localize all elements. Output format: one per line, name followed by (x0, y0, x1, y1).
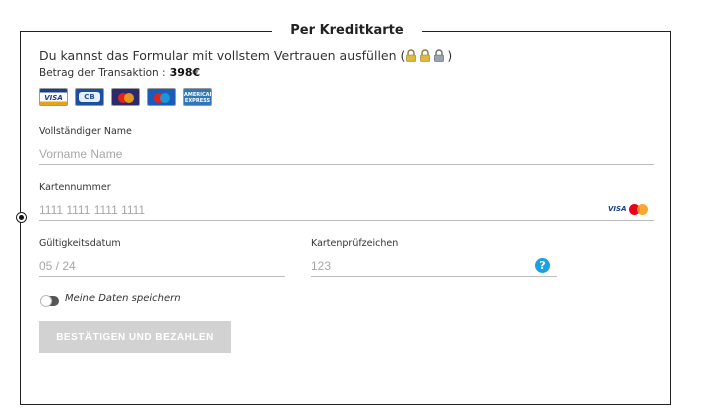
amount-value: 398€ (169, 66, 201, 79)
lock-icons (405, 49, 447, 67)
cvc-input[interactable] (311, 255, 557, 277)
trust-text: Du kannst das Formular mit vollstem Vert… (39, 48, 406, 63)
full-name-input[interactable] (39, 143, 654, 165)
save-data-toggle[interactable] (40, 295, 59, 307)
visa-badge-icon: VISA (608, 205, 627, 213)
cvc-label: Kartenprüfzeichen (311, 238, 399, 249)
lock-icon (434, 49, 445, 62)
name-label: Vollständiger Name (39, 126, 132, 137)
card-number-input[interactable] (39, 199, 654, 221)
mastercard-badge-icon (629, 204, 649, 215)
trust-message: Du kannst das Formular mit vollstem Vert… (39, 47, 452, 67)
help-icon[interactable]: ? (535, 258, 550, 273)
trust-text-close: ) (447, 48, 453, 63)
mastercard-logo-icon (111, 88, 140, 106)
transaction-amount: Betrag der Transaktion :398€ (39, 66, 200, 79)
lock-icon (406, 49, 417, 62)
section-title: Per Kreditkarte (272, 20, 422, 42)
expiry-label: Gültigkeitsdatum (39, 238, 121, 249)
amount-label: Betrag der Transaktion : (39, 67, 166, 79)
cb-logo-icon: CB (75, 88, 104, 106)
amex-logo-icon: AMERICAN EXPRESS (183, 88, 212, 106)
card-number-label: Kartennummer (39, 182, 111, 193)
visa-logo-icon: VISA (39, 88, 68, 106)
expiry-input[interactable] (39, 255, 285, 277)
card-radio[interactable] (16, 212, 27, 223)
confirm-pay-button[interactable]: BESTÄTIGEN UND BEZAHLEN (39, 321, 231, 353)
maestro-logo-icon (147, 88, 176, 106)
accepted-cards: VISA CB AMERICAN EXPRESS (39, 88, 212, 106)
save-data-label: Meine Daten speichern (65, 293, 181, 304)
lock-icon (420, 49, 431, 62)
